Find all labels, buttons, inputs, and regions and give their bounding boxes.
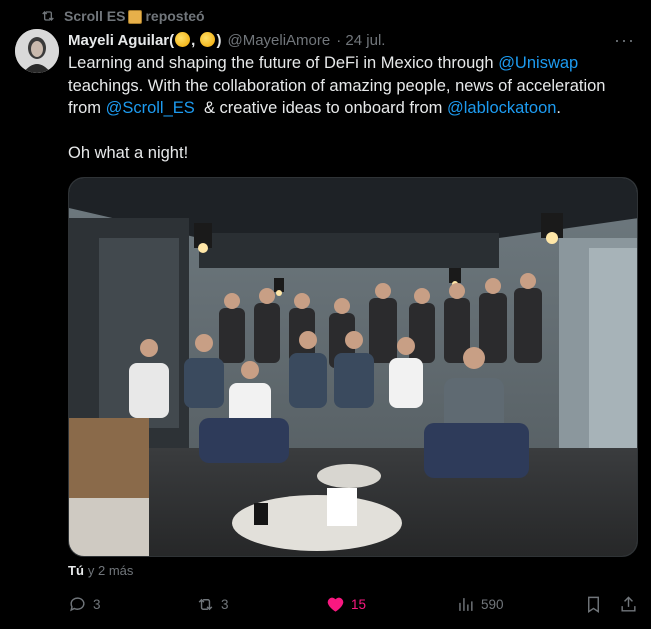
heart-icon	[327, 597, 344, 612]
tweet-body: Learning and shaping the future of DeFi …	[68, 52, 638, 164]
bookmark-button[interactable]	[584, 595, 603, 614]
mention-uniswap[interactable]: @Uniswap	[498, 54, 578, 72]
repost-icon	[198, 598, 213, 610]
like-button[interactable]: 15	[326, 595, 366, 614]
share-icon	[621, 595, 636, 612]
repost-icon	[42, 11, 54, 21]
more-options-icon[interactable]: ···	[614, 30, 635, 51]
dizzy-emoji-icon	[200, 31, 216, 47]
reply-button[interactable]: 3	[68, 595, 101, 614]
repost-button[interactable]: 3	[196, 595, 229, 614]
share-button[interactable]	[619, 595, 638, 614]
tagged-users[interactable]: Tú y 2 más	[68, 563, 133, 578]
reply-icon	[70, 596, 85, 611]
view-count: 590	[481, 596, 504, 612]
mention-scroll-es[interactable]: @Scroll_ES	[106, 99, 195, 117]
tweet-closing-line: Oh what a night!	[68, 143, 189, 162]
author-name[interactable]: Mayeli Aguilar(, )	[68, 31, 221, 49]
tweet-actions: 3 3 15 590	[68, 593, 640, 615]
views-button[interactable]: 590	[456, 595, 504, 614]
tweet-photo[interactable]	[68, 177, 638, 557]
scroll-emoji-icon	[128, 10, 143, 25]
mention-lablockatoon[interactable]: @lablockatoon	[447, 99, 556, 117]
author-handle[interactable]: @MayeliAmore	[227, 32, 330, 49]
reply-count: 3	[93, 596, 101, 612]
dizzy-emoji-icon	[175, 31, 191, 47]
tweet-header: Mayeli Aguilar(, ) @MayeliAmore · 24 jul…	[68, 30, 635, 50]
repost-count: 3	[221, 596, 229, 612]
author-avatar[interactable]	[15, 29, 59, 73]
like-count: 15	[351, 596, 367, 612]
bookmark-icon	[588, 596, 599, 613]
repost-indicator: Scroll ES reposteó	[40, 7, 205, 25]
tweet-date[interactable]: · 24 jul.	[336, 32, 385, 49]
repost-actor[interactable]: Scroll ES reposteó	[64, 8, 205, 25]
views-icon	[459, 597, 473, 611]
